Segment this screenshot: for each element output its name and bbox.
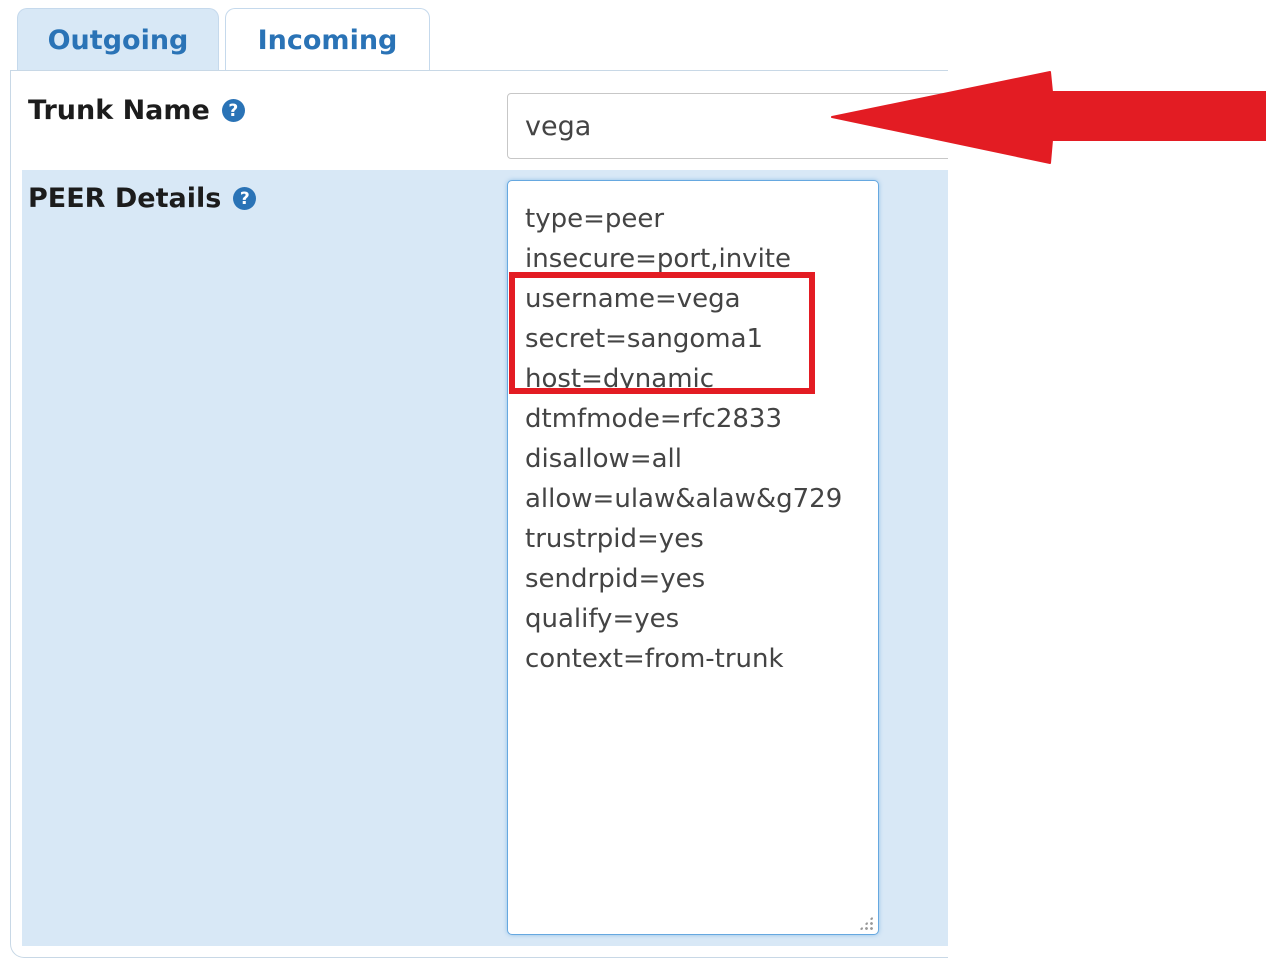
question-circle-icon[interactable]: ? — [221, 99, 245, 122]
peer-line: allow=ulaw&alaw&g729 — [525, 484, 843, 514]
trunk-name-label-group: Trunk Name ? — [28, 95, 245, 126]
peer-details-label-group: PEER Details ? — [28, 183, 257, 214]
resize-handle-icon[interactable] — [859, 916, 873, 930]
peer-line: sendrpid=yes — [525, 564, 706, 594]
question-circle-icon[interactable]: ? — [233, 187, 257, 210]
peer-line: disallow=all — [525, 444, 682, 474]
page-edge-mask — [948, 70, 1266, 966]
tab-outgoing[interactable]: Outgoing — [17, 8, 219, 72]
peer-line: context=from-trunk — [525, 644, 784, 674]
peer-line: type=peer — [525, 204, 665, 234]
tab-incoming[interactable]: Incoming — [225, 8, 430, 71]
annotation-highlight-box — [509, 272, 815, 394]
peer-line: qualify=yes — [525, 604, 680, 634]
trunk-name-label: Trunk Name — [28, 95, 210, 126]
trunk-name-value: vega — [525, 110, 592, 142]
peer-line: trustrpid=yes — [525, 524, 704, 554]
peer-line: dtmfmode=rfc2833 — [525, 404, 783, 434]
peer-details-label: PEER Details — [28, 183, 222, 214]
annotation-arrow-icon — [831, 71, 1266, 164]
